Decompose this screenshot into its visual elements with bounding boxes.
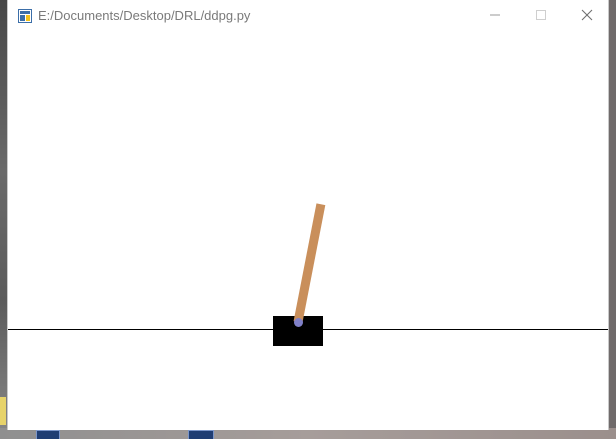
minimize-icon bbox=[490, 14, 500, 16]
close-icon bbox=[581, 9, 593, 21]
pole-axle bbox=[294, 318, 303, 327]
render-canvas bbox=[8, 32, 608, 430]
taskbar-item-icon[interactable] bbox=[188, 430, 215, 439]
maximize-icon bbox=[536, 10, 546, 20]
close-button[interactable] bbox=[564, 0, 610, 30]
desktop-folder-icon bbox=[0, 397, 6, 425]
desktop-left-edge bbox=[0, 0, 7, 428]
maximize-button[interactable] bbox=[518, 0, 564, 30]
app-window: E:/Documents/Desktop/DRL/ddpg.py bbox=[7, 0, 609, 430]
taskbar-item-icon[interactable] bbox=[36, 430, 60, 439]
pole bbox=[293, 203, 326, 323]
python-icon bbox=[18, 9, 32, 23]
minimize-button[interactable] bbox=[472, 0, 518, 30]
window-title: E:/Documents/Desktop/DRL/ddpg.py bbox=[38, 8, 251, 23]
title-bar[interactable]: E:/Documents/Desktop/DRL/ddpg.py bbox=[8, 0, 608, 32]
